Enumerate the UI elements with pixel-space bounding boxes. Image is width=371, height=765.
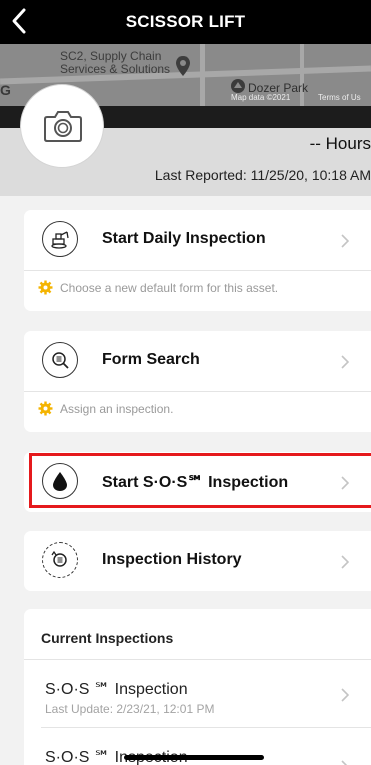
highlight-outline	[29, 453, 371, 508]
assign-inspection-hint[interactable]: Assign an inspection.	[38, 401, 174, 416]
daily-inspection-card: Start Daily Inspection Choose a new defa…	[24, 210, 371, 311]
history-icon-wrap	[42, 542, 78, 578]
map-logo-fragment: G	[0, 82, 11, 98]
current-inspections-heading: Current Inspections	[41, 630, 174, 646]
map-attribution: Map data ©2021	[231, 93, 291, 102]
inspection-history-label: Inspection History	[102, 551, 242, 568]
inspection-history-card: Inspection History	[24, 531, 371, 591]
home-indicator[interactable]	[124, 755, 264, 760]
camera-icon	[44, 111, 82, 142]
start-daily-inspection-button[interactable]: Start Daily Inspection	[24, 210, 371, 270]
search-icon-wrap	[42, 342, 78, 378]
divider	[24, 391, 371, 392]
current-inspections-card: Current Inspections S·O·S ℠ Inspection L…	[24, 609, 371, 765]
form-search-card: Form Search Assign an inspection.	[24, 331, 371, 432]
gear-icon	[38, 280, 53, 295]
nav-bar: SCISSOR LIFT	[0, 0, 371, 44]
map-terms-link[interactable]: Terms of Us	[318, 93, 361, 102]
asset-photo-button[interactable]	[20, 84, 104, 168]
excavator-icon-wrap	[42, 221, 78, 257]
chevron-right-icon	[341, 555, 349, 569]
map-pin-icon	[176, 56, 190, 76]
last-reported: Last Reported: 11/25/20, 10:18 AM	[154, 167, 371, 183]
hours-value: -- Hours	[309, 134, 371, 153]
search-icon	[52, 352, 69, 369]
gear-icon	[38, 401, 53, 416]
inspection-last-update: Last Update: 2/23/21, 12:01 PM	[45, 702, 215, 716]
inspection-history-button[interactable]: Inspection History	[24, 531, 371, 591]
park-icon	[231, 79, 245, 93]
page-title: SCISSOR LIFT	[125, 12, 246, 31]
assign-inspection-hint-text: Assign an inspection.	[60, 402, 174, 416]
form-search-button[interactable]: Form Search	[24, 331, 371, 391]
default-form-hint[interactable]: Choose a new default form for this asset…	[38, 280, 279, 295]
current-inspection-item[interactable]: S·O·S ℠ Inspection Last Update: 2/23/21,…	[24, 660, 371, 728]
chevron-right-icon	[341, 760, 348, 765]
chevron-right-icon	[341, 688, 349, 702]
map-poi-label: SC2, Supply Chain Services & Solutions	[60, 49, 171, 76]
chevron-right-icon	[341, 355, 349, 369]
default-form-hint-text: Choose a new default form for this asset…	[60, 281, 279, 295]
history-icon	[51, 550, 67, 567]
inspection-title: S·O·S ℠ Inspection	[45, 681, 188, 698]
chevron-right-icon	[341, 234, 349, 248]
form-search-label: Form Search	[102, 351, 200, 368]
excavator-icon	[51, 231, 69, 249]
start-daily-inspection-label: Start Daily Inspection	[102, 230, 266, 247]
divider	[24, 270, 371, 271]
